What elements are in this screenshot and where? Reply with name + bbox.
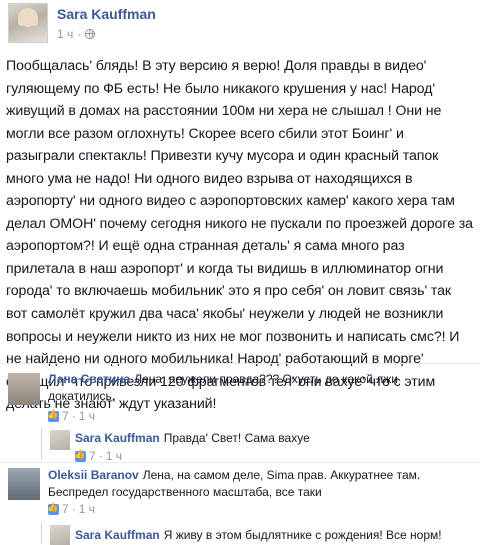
reply-meta: 7 · 1 ч [74,449,122,464]
comment-timestamp[interactable]: 1 ч [79,502,95,516]
globe-icon[interactable] [85,29,96,39]
separator-dot: · [77,27,82,41]
post-header: Sara Kauffman 1 ч · [0,0,480,50]
comment-timestamp[interactable]: 1 ч [79,409,95,423]
like-count[interactable]: 7 [62,502,69,516]
reply-avatar[interactable] [50,430,70,450]
separator-dot: · [71,409,76,423]
thread-line [41,522,42,544]
like-icon[interactable] [47,502,59,515]
author-name[interactable]: Sara Kauffman [57,6,156,22]
comment-meta: 7 · 1 ч [47,502,95,517]
like-icon[interactable] [47,409,59,422]
post-text: Пообщалась' блядь! В эту версию я верю! … [6,58,473,413]
like-count[interactable]: 7 [89,449,96,463]
reply-author[interactable]: Sara Kauffman [75,431,160,445]
comment-text: Oleksii Baranov Лена, на самом деле, Sima… [48,467,473,500]
post-timestamp[interactable]: 1 ч [57,27,73,41]
comment-meta: 7 · 1 ч [47,409,95,424]
reply-body: Правда' Свет! Сама вахуе [163,431,310,445]
commenter-avatar[interactable] [8,373,40,405]
like-icon[interactable] [74,449,86,462]
commenter-avatar[interactable] [8,468,40,500]
reply: Sara Kauffman Я живу в этом быдлятнике с … [43,522,480,545]
comment-text: Лана Светина Лена, неужели правда??? Охуе… [48,371,468,404]
commenter-name[interactable]: Oleksii Baranov [48,468,139,482]
reply-text: Sara Kauffman Я живу в этом быдлятнике с … [75,527,475,544]
reply-avatar[interactable] [50,525,70,545]
reply-timestamp[interactable]: 1 ч [106,449,122,463]
commenter-name[interactable]: Лана Светина [48,372,130,386]
thread-line [41,428,42,460]
separator-dot: · [71,502,76,516]
like-count[interactable]: 7 [62,409,69,423]
author-avatar[interactable] [8,3,48,43]
reply: Sara KauffmanПравда' Свет! Сама вахуе 7 … [43,428,480,464]
reply-author[interactable]: Sara Kauffman [75,528,160,542]
reply-text: Sara Kauffman Правда' Свет! Сама вахуе [75,430,475,447]
comment: Oleksii Baranov Лена, на самом деле, Sima… [0,462,480,522]
reply-body: Я живу в этом быдлятнике с рождения! Все… [163,528,442,542]
post-meta: 1 ч · [57,27,96,41]
separator-dot: · [98,449,103,463]
